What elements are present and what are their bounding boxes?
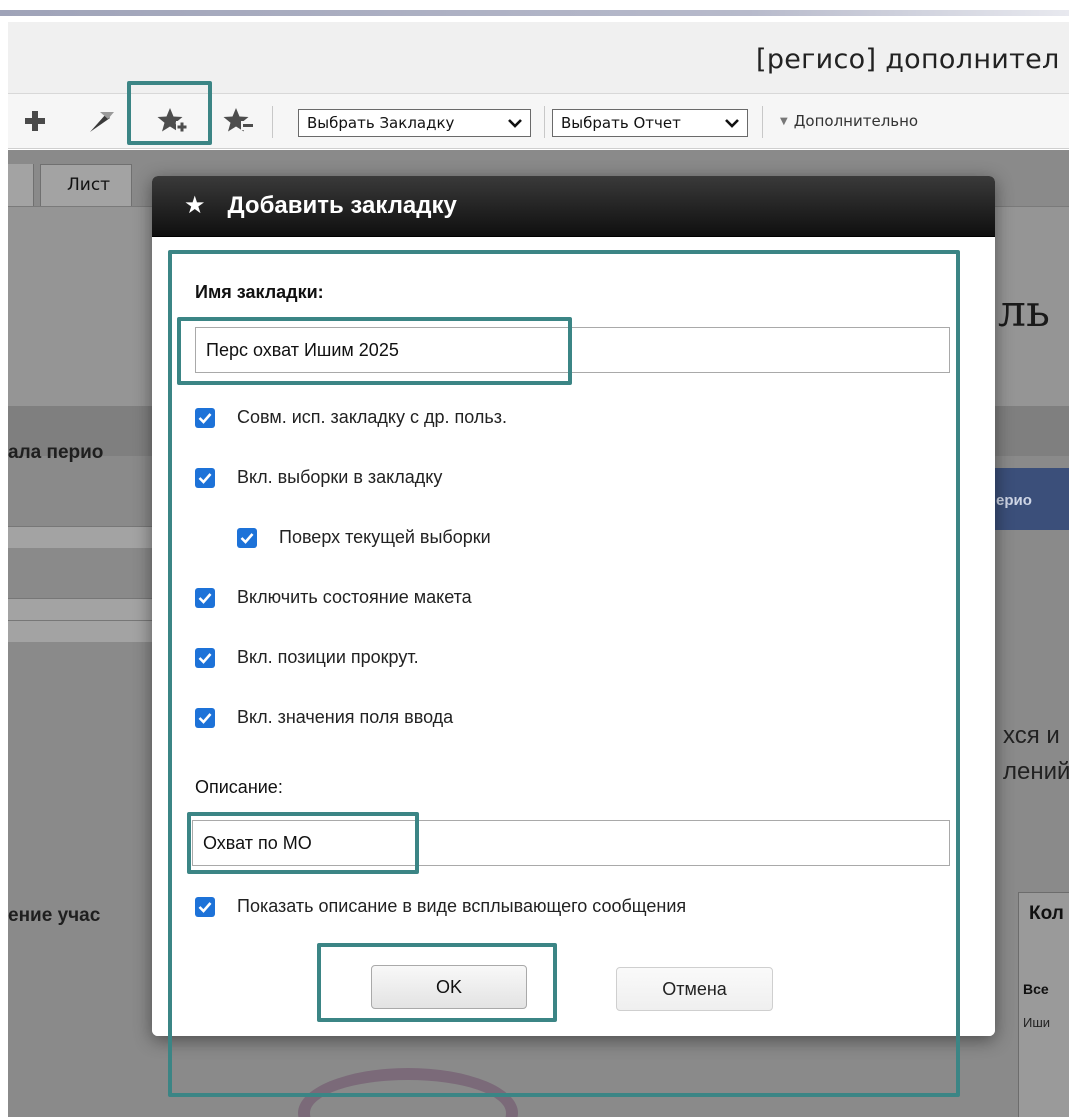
background-card: Кол Все Иши [1018,892,1069,1117]
background-period-label: ала перио [8,442,104,463]
background-card-title: Кол [1029,903,1064,924]
background-section-label: ение учас [8,905,101,926]
highlight-ok-button [317,943,557,1022]
remove-bookmark-icon[interactable] [222,104,256,138]
background-heading-fragment: ль [998,286,1050,337]
select-bookmark-dropdown[interactable]: Выбрать Закладку [298,109,531,137]
highlight-name-input [177,317,572,385]
more-label: Дополнительно [793,112,919,130]
dialog-title: Добавить закладку [227,192,457,219]
background-row [8,526,158,548]
highlight-add-bookmark [127,81,212,145]
background-card-row: Все [1023,981,1049,997]
sheet-tab: Лист [40,164,132,206]
background-period-button-label: ерио [996,492,1032,509]
top-strip-bar [0,10,1069,16]
clear-selection-icon[interactable] [84,104,118,138]
triangle-down-icon: ▼ [780,116,788,127]
top-strip [0,0,1069,22]
toolbar-separator [272,106,273,138]
toolbar-separator [544,106,545,138]
add-icon[interactable] [18,104,52,138]
background-card-row: Иши [1023,1015,1051,1030]
more-menu[interactable]: ▼ Дополнительно [780,112,918,130]
toolbar-separator [762,106,763,138]
select-bookmark-label: Выбрать Закладку [307,114,455,132]
select-report-label: Выбрать Отчет [561,114,681,132]
background-text-line: хся и [1003,722,1060,749]
star-icon: ★ [184,192,206,219]
sheet-tab-previous [8,164,34,206]
highlight-description-input [187,812,419,874]
chevron-down-icon [508,119,522,128]
window-title: [регисо] дополнител [756,44,1060,75]
background-text-fragment: хся и лений [1003,718,1069,790]
dialog-header: ★ Добавить закладку [152,176,995,237]
background-period-button: ерио [988,468,1069,530]
chevron-down-icon [725,119,739,128]
background-row [8,598,158,620]
background-text-line: лений [1003,758,1069,785]
sheet-tab-label: Лист [67,175,111,195]
background-row [8,620,158,642]
select-report-dropdown[interactable]: Выбрать Отчет [552,109,748,137]
